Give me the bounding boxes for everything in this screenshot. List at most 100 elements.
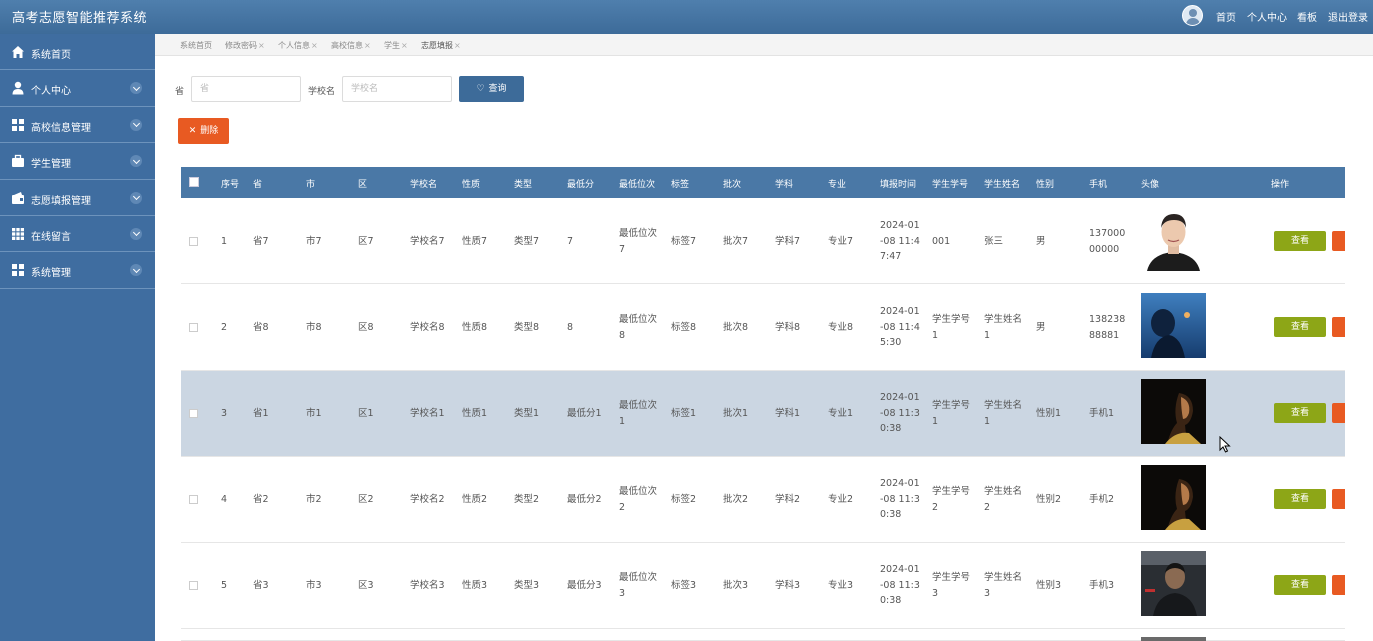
row-checkbox[interactable] — [189, 237, 198, 246]
table-row[interactable] — [181, 629, 1345, 641]
sidebar-item-college-info[interactable]: 高校信息管理 — [0, 107, 155, 144]
logout-link[interactable]: 退出登录 — [1328, 9, 1368, 24]
row-checkbox[interactable] — [189, 581, 198, 590]
row-checkbox[interactable] — [189, 495, 198, 504]
select-all-checkbox[interactable] — [189, 177, 199, 187]
cell-school-name: 学校名2 — [410, 494, 445, 505]
sidebar-item-label: 系统首页 — [31, 50, 71, 61]
tab-change-password[interactable]: 修改密码× — [225, 40, 265, 51]
nav-profile-link[interactable]: 个人中心 — [1247, 9, 1287, 24]
cell-student-name: 学生姓名2 — [984, 486, 1023, 513]
province-label: 省 — [175, 87, 185, 97]
chevron-down-icon[interactable] — [130, 191, 142, 204]
row-checkbox[interactable] — [189, 323, 198, 332]
cell-tag: 标签2 — [671, 494, 697, 505]
cell-tag: 标签1 — [671, 408, 697, 419]
apps-icon — [12, 227, 24, 240]
cell-type: 类型1 — [514, 408, 540, 419]
view-button[interactable]: 查看 — [1274, 317, 1326, 337]
cell-gender: 性别3 — [1036, 580, 1062, 591]
close-icon[interactable]: × — [454, 41, 461, 50]
nav-dashboard-link[interactable]: 看板 — [1297, 9, 1317, 24]
cell-gender: 男 — [1036, 236, 1046, 247]
chevron-down-icon[interactable] — [130, 118, 142, 131]
student-photo — [1141, 551, 1206, 616]
chevron-down-icon[interactable] — [130, 155, 142, 168]
table-row[interactable]: 1 省7 市7 区7 学校名7 性质7 类型7 7 最低位次7 标签7 批次7 … — [181, 198, 1345, 284]
query-button[interactable]: ♡ 查询 — [459, 76, 524, 102]
column-header: 标签 — [671, 180, 690, 190]
row-index: 2 — [221, 322, 228, 333]
sidebar-item-application[interactable]: 志愿填报管理 — [0, 180, 155, 216]
chevron-down-icon[interactable] — [130, 82, 142, 95]
column-header: 操作 — [1271, 180, 1290, 190]
view-button[interactable]: 查看 — [1274, 575, 1326, 595]
delete-row-button[interactable] — [1332, 489, 1345, 509]
cell-student-name: 张三 — [984, 236, 1004, 247]
student-photo — [1141, 206, 1206, 271]
cell-major: 专业1 — [828, 408, 854, 419]
cell-province: 省8 — [253, 322, 269, 333]
cell-city: 市7 — [306, 236, 322, 247]
cell-min-rank: 最低位次3 — [619, 572, 658, 599]
breadcrumb: 系统首页 修改密码× 个人信息× 高校信息× 学生× 志愿填报× — [155, 34, 1373, 56]
cell-min-rank: 最低位次8 — [619, 314, 658, 341]
tab-home[interactable]: 系统首页 — [180, 40, 212, 51]
sidebar-item-home[interactable]: 系统首页 — [0, 34, 155, 71]
cell-city: 市3 — [306, 580, 322, 591]
close-icon[interactable]: × — [401, 41, 408, 50]
row-index: 4 — [221, 494, 228, 505]
sidebar-item-system[interactable]: 系统管理 — [0, 252, 155, 289]
sidebar-item-personal-center[interactable]: 个人中心 — [0, 70, 155, 107]
sidebar-item-messages[interactable]: 在线留言 — [0, 216, 155, 253]
column-header: 专业 — [828, 180, 847, 190]
user-avatar-icon[interactable] — [1182, 5, 1203, 26]
chevron-down-icon[interactable] — [130, 264, 142, 277]
delete-row-button[interactable] — [1332, 317, 1345, 337]
cell-min-score: 7 — [567, 236, 574, 247]
tab-personal-info[interactable]: 个人信息× — [278, 40, 318, 51]
view-button[interactable]: 查看 — [1274, 403, 1326, 423]
cell-submit-time: 2024-01-08 11:30:38 — [880, 564, 920, 606]
cell-school-name: 学校名8 — [410, 322, 445, 333]
cell-type: 类型7 — [514, 236, 540, 247]
cell-min-score: 最低分1 — [567, 408, 602, 419]
cell-district: 区2 — [358, 494, 374, 505]
delete-row-button[interactable] — [1332, 231, 1345, 251]
cell-batch: 批次7 — [723, 236, 749, 247]
cell-major: 专业7 — [828, 236, 854, 247]
nav-home-link[interactable]: 首页 — [1216, 9, 1236, 24]
view-button[interactable]: 查看 — [1274, 231, 1326, 251]
table-row[interactable]: 3 省1 市1 区1 学校名1 性质1 类型1 最低分1 最低位次1 标签1 批… — [181, 371, 1345, 457]
cell-tag: 标签8 — [671, 322, 697, 333]
close-icon[interactable]: × — [258, 41, 265, 50]
cell-min-rank: 最低位次2 — [619, 486, 658, 513]
cell-subject: 学科2 — [775, 494, 801, 505]
cell-school-name: 学校名7 — [410, 236, 445, 247]
cell-batch: 批次3 — [723, 580, 749, 591]
tab-student[interactable]: 学生× — [384, 40, 408, 51]
view-button[interactable]: 查看 — [1274, 489, 1326, 509]
wallet-icon — [12, 191, 24, 204]
sidebar-item-student[interactable]: 学生管理 — [0, 143, 155, 180]
cell-nature: 性质2 — [462, 494, 488, 505]
cell-batch: 批次1 — [723, 408, 749, 419]
close-icon[interactable]: × — [364, 41, 371, 50]
tab-application[interactable]: 志愿填报× — [421, 40, 461, 51]
province-input[interactable] — [191, 76, 301, 102]
user-icon — [12, 82, 24, 95]
row-checkbox[interactable] — [189, 409, 198, 418]
delete-row-button[interactable] — [1332, 403, 1345, 423]
table-row[interactable]: 2 省8 市8 区8 学校名8 性质8 类型8 8 最低位次8 标签8 批次8 … — [181, 285, 1345, 371]
close-icon[interactable]: × — [311, 41, 318, 50]
tab-college-info[interactable]: 高校信息× — [331, 40, 371, 51]
cell-batch: 批次8 — [723, 322, 749, 333]
table-row[interactable]: 4 省2 市2 区2 学校名2 性质2 类型2 最低分2 最低位次2 标签2 批… — [181, 457, 1345, 543]
cell-city: 市2 — [306, 494, 322, 505]
delete-button[interactable]: ✕ 删除 — [178, 118, 229, 144]
chevron-down-icon[interactable] — [130, 227, 142, 240]
delete-row-button[interactable] — [1332, 575, 1345, 595]
school-name-input[interactable] — [342, 76, 452, 102]
cell-gender: 性别1 — [1036, 408, 1062, 419]
table-row[interactable]: 5 省3 市3 区3 学校名3 性质3 类型3 最低分3 最低位次3 标签3 批… — [181, 543, 1345, 629]
